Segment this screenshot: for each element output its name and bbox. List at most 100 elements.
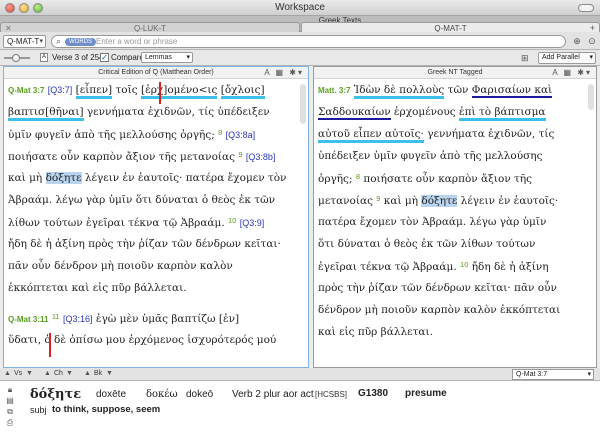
book-nav-label: Bk [94,370,103,377]
text-run: γεννήματα ἐχιδνῶν, τίς ὑπέδειξεν [83,106,270,118]
word[interactable]: βαπτισ[θῆναι] [8,106,84,121]
compare-mode-select[interactable]: Lemmas ▾ [141,52,193,63]
definition: to think, suppose, seem [52,404,161,415]
search-options-icon[interactable]: ⊕ [571,35,583,48]
search-input[interactable]: Enter a word or phrase [96,37,177,46]
right-text-pane[interactable]: Greek NT Tagged A ▦ ✱▾ Matt. 3:7 Ἰδὼν δὲ… [313,66,597,368]
text-options-icon[interactable]: A [40,53,48,62]
q-tag[interactable]: [Q3:8a] [226,130,256,140]
verse-number: 9 [238,150,243,159]
left-pane-header: Critical Edition of Q (Matthean Order) A… [4,67,308,79]
pane-tools[interactable]: A ▦ ✱▾ [264,67,304,78]
text-run: ἤδη δὲ ἡ ἀξίνη [468,261,549,273]
word[interactable]: Φαρισαίων καὶ [471,84,553,98]
text-run: γεννήματα ἐχιδνῶν, τίς [423,128,555,140]
verse-number: 10 [228,216,237,225]
right-pane-header: Greek NT Tagged A ▦ ✱▾ [314,67,596,79]
text-line: Q-Mat 3:7 [Q3:7] [εἶπεν] τοῖς [ἐρχ]ομένο… [8,84,265,99]
previous-book-icon[interactable]: ▲ [84,370,91,377]
add-parallel-select[interactable]: Add Parallel ▾ [538,52,596,64]
left-pane-title: Critical Edition of Q (Matthean Order) [98,69,214,76]
toolbar-toggle-button[interactable] [578,4,594,12]
text-line: ἐκκόπτεται καὶ εἰς πῦρ βάλλεται. [8,282,187,294]
scrollbar-thumb[interactable] [588,84,594,110]
word[interactable]: τῶν [448,84,469,96]
verse-nav-label: Vs [14,370,23,377]
slider-knob[interactable] [12,54,20,62]
search-history-icon[interactable]: ⊙ [586,35,598,48]
reference-value: Q-Mat 3:7 [516,371,548,378]
print-icon[interactable]: ⎙ [4,417,16,428]
text-run: ὕδατι, [8,334,42,346]
pane-tools[interactable]: A ▦ ✱▾ [552,67,592,78]
document-icon[interactable]: ▤ [4,395,16,406]
chapter-nav-label: Ch [54,370,63,377]
transliteration: doxēte [96,389,127,400]
word[interactable]: αὐτοῦ εἶπεν αὐτοῖς· [318,128,424,143]
text-run: ἐγεῖραι τέκνα τῷ Ἀβραάμ. [318,261,457,273]
word[interactable]: [ὄχλοις] [220,84,265,99]
text-run: ὑπέδειξεν ὑμῖν φυγεῖν ἀπὸ τῆς μελλούσης [318,150,543,162]
search-bar: Q-MAT-T ▾ ⌕ WORDS Enter a word or phrase… [0,32,600,50]
word[interactable]: τοῖς [115,84,137,96]
selected-word[interactable]: δόξητε [421,195,458,207]
verse-reference[interactable]: Q-Mat 3:11 [8,315,48,324]
word[interactable]: Σαδδουκαίων [318,106,391,120]
search-field[interactable]: ⌕ WORDS Enter a word or phrase [51,35,566,48]
scrollbar-thumb[interactable] [300,84,306,124]
q-tag[interactable]: [Q3:7] [48,85,73,95]
text-run: λέγειν ἐν ἑαυτοῖς· [457,195,559,207]
text-line: δένδρον μὴ ποιοῦν καρπὸν καλὸν ἐκκόπτετα… [318,304,560,316]
word[interactable]: ἐρχομένους [394,106,456,118]
layout-icon[interactable]: ⊞ [521,53,529,64]
text-line: πᾶν οὖν δένδρον μὴ ποιοῦν καρπὸν καλὸν [8,260,233,272]
reference-selector[interactable]: Q-Mat 3:7 ▾ [512,369,594,380]
text-selector[interactable]: Q-MAT-T ▾ [3,35,46,48]
lock-icon[interactable]: 🔒︎ [4,384,16,395]
alignment-marker [49,333,51,357]
text-run: Ἀβραάμ. λέγω γὰρ ὑμῖν ὅτι δύναται ὁ θεὸς… [8,194,276,206]
previous-verse-icon[interactable]: ▲ [4,370,11,377]
left-text-pane[interactable]: Critical Edition of Q (Matthean Order) A… [3,66,309,368]
text-line: πατέρα ἔχομεν τὸν Ἀβραάμ. λέγω γὰρ ὑμῖν [318,216,546,228]
word[interactable]: [ἐρχ]ομένο<ις [140,84,218,99]
lemma-transliteration: dokeō [186,389,214,400]
search-icon[interactable]: ⌕ [56,36,61,47]
verse-reference[interactable]: Q-Mat 3:7 [8,86,44,95]
lemma[interactable]: δοκέω [146,389,178,400]
morphology: Verb 2 plur aor act [232,389,314,400]
text-line: ἤδη δὲ ἡ ἀξίνη πρὸς τὴν ῥίζαν τῶν δένδρω… [8,238,281,250]
text-selector-value: Q-MAT-T [7,37,40,46]
previous-chapter-icon[interactable]: ▲ [44,370,51,377]
inflected-word: δόξητε [30,387,82,402]
text-line: λίθων τούτων ἐγεῖραι τέκνα τῷ Ἀβραάμ. 10… [8,216,264,229]
selected-word[interactable]: δόξητε [45,172,82,184]
word[interactable]: [εἶπεν] [75,84,113,99]
text-line: καὶ εἰς πῦρ βάλλεται. [318,326,433,338]
q-tag[interactable]: [Q3:8b] [246,152,276,162]
verse-reference[interactable]: Matt. 3:7 [318,86,350,95]
lexicon-source: [HCSBS] [315,390,348,399]
text-line: αὐτοῦ εἶπεν αὐτοῖς· γεννήματα ἐχιδνῶν, τ… [318,128,555,143]
word[interactable]: [ἐν] [219,313,239,325]
text-line: ἐγεῖραι τέκνα τῷ Ἀβραάμ. 10 ἤδη δὲ ἡ ἀξί… [318,260,549,273]
next-book-icon[interactable]: ▼ [106,370,113,377]
compare-label: Compare [111,53,144,62]
strongs-number[interactable]: G1380 [358,388,388,399]
word[interactable]: ἐπὶ τὸ βάπτισμα [459,106,546,121]
search-mode-chip[interactable]: WORDS [65,38,96,46]
next-chapter-icon[interactable]: ▼ [66,370,73,377]
next-verse-icon[interactable]: ▼ [26,370,33,377]
text-line: μετανοίας 9 καὶ μὴ δόξητε λέγειν ἐν ἑαυτ… [318,194,558,207]
q-tag[interactable]: [Q3:16] [63,314,93,324]
copy-icon[interactable]: ⧉ [4,406,16,417]
q-tag[interactable]: [Q3:9] [240,218,265,228]
word[interactable]: Ἰδὼν δὲ πολλοὺς [353,84,445,99]
mood-label: subj [30,405,47,415]
text-line: πρὸς τὴν ῥίζαν τῶν δένδρων κεῖται· πᾶν ο… [318,282,557,294]
text-run: πρὸς τὴν ῥίζαν τῶν δένδρων κεῖται· πᾶν ο… [318,282,557,294]
font-size-slider[interactable] [4,54,30,62]
compare-checkbox[interactable]: ✓ [100,53,109,62]
text-line: ὑμῖν φυγεῖν ἀπὸ τῆς μελλούσης ὀργῆς; 8 [… [8,128,255,141]
text-run: λέγειν ἐν ἑαυτοῖς· πατέρα ἔχομεν τὸν [81,172,287,184]
